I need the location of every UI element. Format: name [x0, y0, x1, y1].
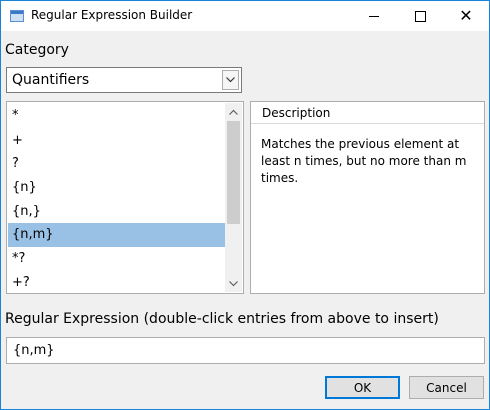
- list-item-selected[interactable]: {n,m}: [8, 223, 225, 247]
- list-item[interactable]: *: [8, 104, 225, 128]
- description-text: Matches the previous element at least n …: [261, 137, 467, 185]
- scroll-up-button[interactable]: [225, 103, 242, 120]
- maximize-button[interactable]: [397, 1, 443, 31]
- regex-input[interactable]: {n,m}: [6, 337, 485, 364]
- maximize-icon: [414, 10, 426, 22]
- minimize-icon: [369, 15, 379, 17]
- quantifier-list[interactable]: * + ? {n} {n,} {n,m} *? +?: [6, 101, 244, 294]
- category-label: Category: [5, 42, 69, 58]
- close-icon: ✕: [459, 6, 473, 25]
- list-item[interactable]: *?: [8, 247, 225, 271]
- description-header: Description: [251, 102, 484, 124]
- dialog-window: Regular Expression Builder ✕ Category Qu…: [0, 0, 490, 410]
- chevron-up-icon: [229, 109, 238, 115]
- app-window-icon: [10, 10, 24, 22]
- chevron-down-icon: [229, 280, 238, 286]
- description-title: Description: [262, 106, 331, 120]
- list-item[interactable]: {n,}: [8, 200, 225, 224]
- minimize-button[interactable]: [351, 1, 397, 31]
- regex-input-value: {n,m}: [13, 343, 55, 358]
- ok-button[interactable]: OK: [325, 376, 400, 399]
- cancel-button[interactable]: Cancel: [409, 376, 484, 399]
- window-title: Regular Expression Builder: [31, 8, 193, 22]
- list-scrollbar[interactable]: [225, 103, 242, 292]
- scrollbar-thumb[interactable]: [227, 121, 240, 224]
- regex-label: Regular Expression (double-click entries…: [5, 311, 439, 327]
- category-selected-value: Quantifiers: [12, 72, 90, 88]
- close-button[interactable]: ✕: [443, 1, 489, 31]
- list-item[interactable]: {n}: [8, 176, 225, 200]
- scroll-down-button[interactable]: [225, 275, 242, 292]
- list-item[interactable]: +?: [8, 271, 225, 293]
- list-item[interactable]: ?: [8, 152, 225, 176]
- list-item[interactable]: +: [8, 129, 225, 153]
- category-dropdown-button[interactable]: [222, 70, 239, 90]
- description-panel: Description Matches the previous element…: [250, 101, 485, 294]
- title-bar[interactable]: Regular Expression Builder ✕: [1, 1, 489, 31]
- chevron-down-icon: [226, 77, 235, 83]
- category-dropdown[interactable]: Quantifiers: [6, 67, 242, 93]
